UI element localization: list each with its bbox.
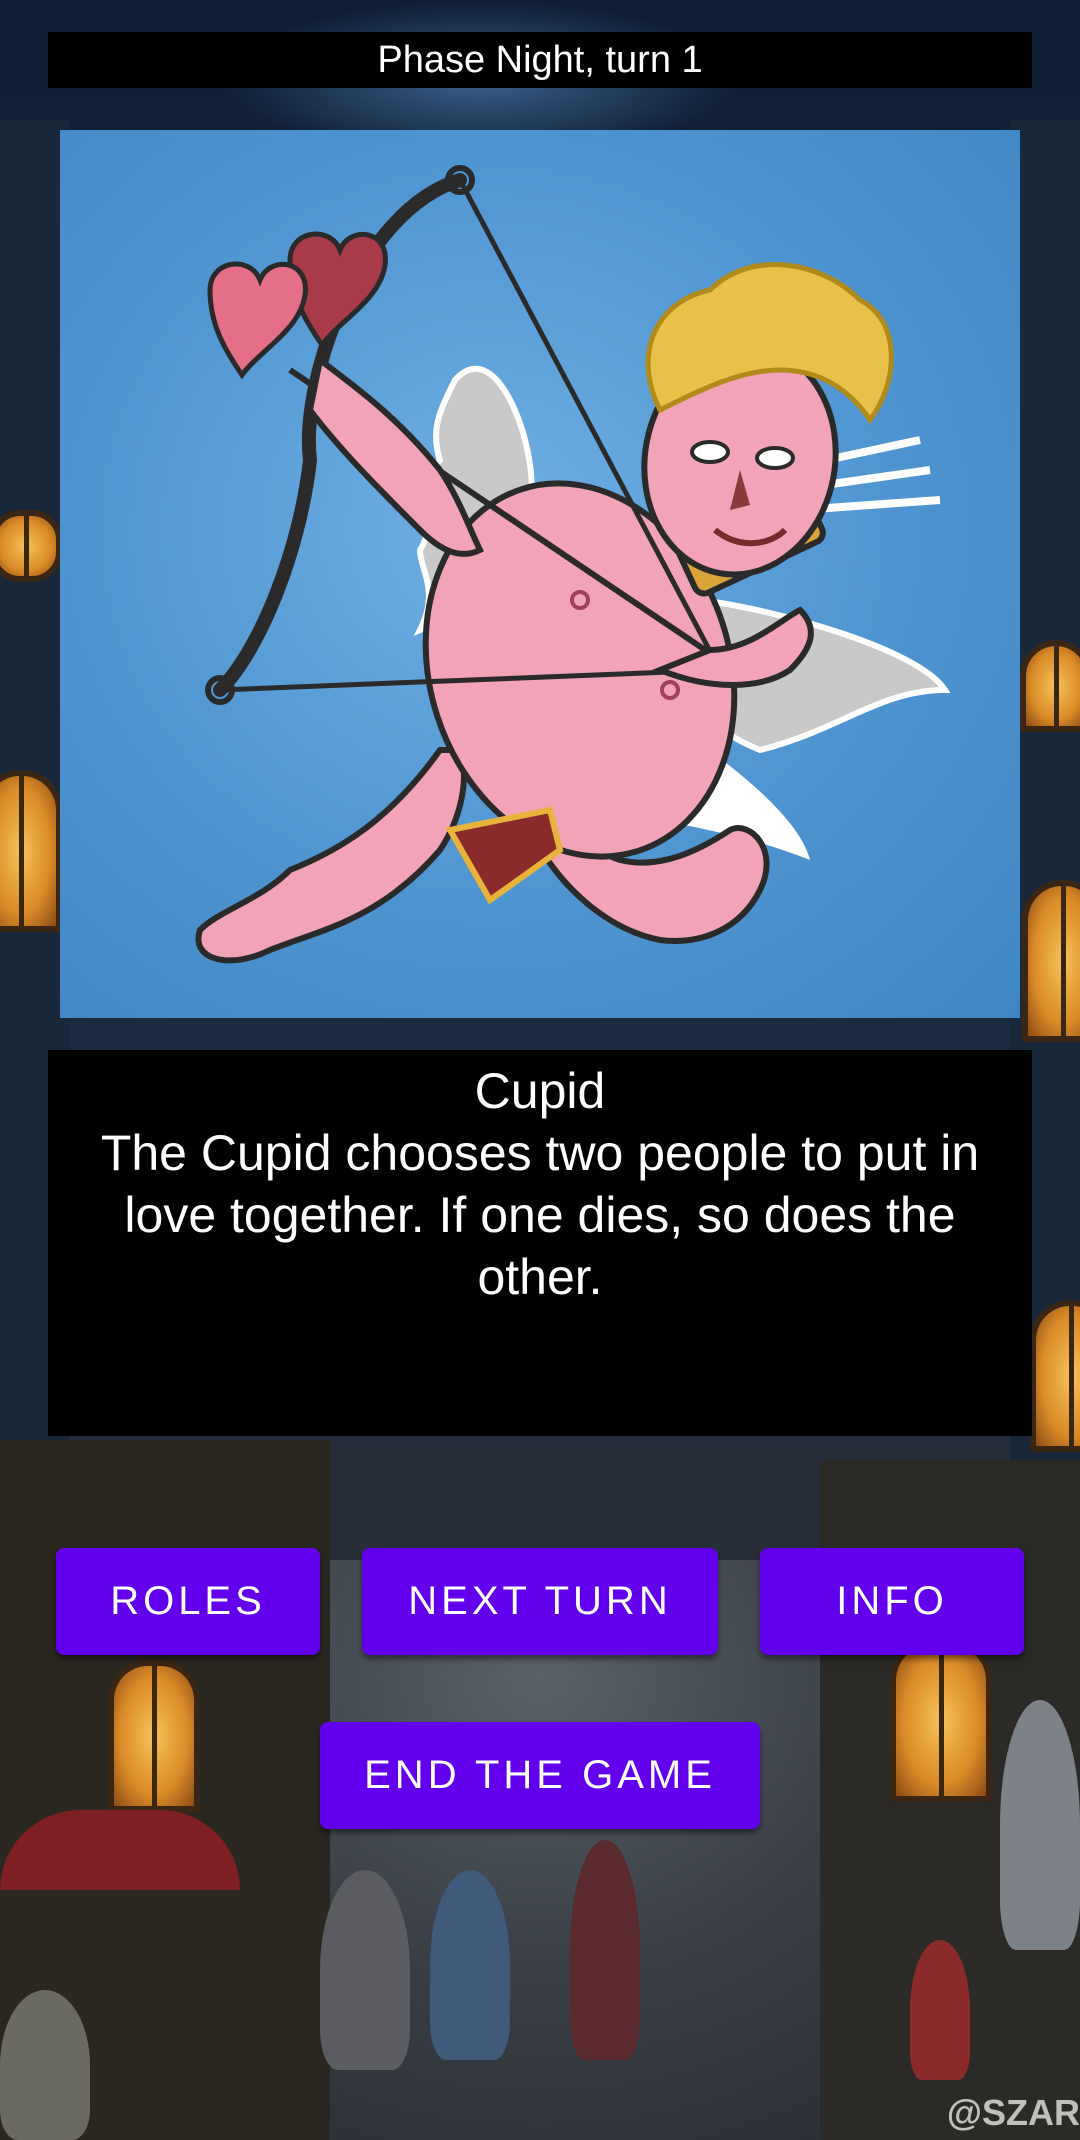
shop-window-right — [890, 1640, 992, 1802]
heart-light — [207, 261, 308, 380]
cupid-eye-left — [690, 440, 730, 464]
cupid-illustration — [195, 165, 951, 964]
villager-child — [430, 1870, 510, 2060]
game-screen: Phase Night, turn 1 Cupid The Cupid choo… — [0, 0, 1080, 2140]
phase-indicator: Phase Night, turn 1 — [48, 32, 1032, 88]
villager-hooded — [320, 1870, 410, 2070]
next-turn-button[interactable]: NEXT TURN — [362, 1548, 718, 1655]
right-window-upper — [1022, 880, 1080, 1042]
info-button[interactable]: INFO — [760, 1548, 1024, 1655]
left-window-round — [0, 510, 62, 582]
left-window-upper — [0, 770, 62, 932]
roles-button[interactable]: ROLES — [56, 1548, 320, 1655]
cupid-leg-left — [195, 747, 467, 964]
cupid-eye-right — [755, 446, 795, 470]
cupid-loincloth — [445, 806, 564, 905]
role-description-panel: Cupid The Cupid chooses two people to pu… — [48, 1050, 1032, 1436]
villager-elder — [0, 1990, 90, 2140]
villager-red-child — [910, 1940, 970, 2080]
right-window-small — [1020, 640, 1080, 732]
role-name: Cupid — [474, 1063, 606, 1119]
shop-window-left — [108, 1660, 200, 1812]
role-card-image — [60, 130, 1020, 1018]
end-game-button[interactable]: END THE GAME — [320, 1722, 760, 1829]
villager-red-cloak — [570, 1840, 640, 2060]
role-description: The Cupid chooses two people to put in l… — [100, 1125, 980, 1305]
villager-wolf-mask — [1000, 1700, 1080, 1950]
watermark: @SZAR — [946, 2092, 1080, 2133]
right-window-middle — [1030, 1300, 1080, 1452]
